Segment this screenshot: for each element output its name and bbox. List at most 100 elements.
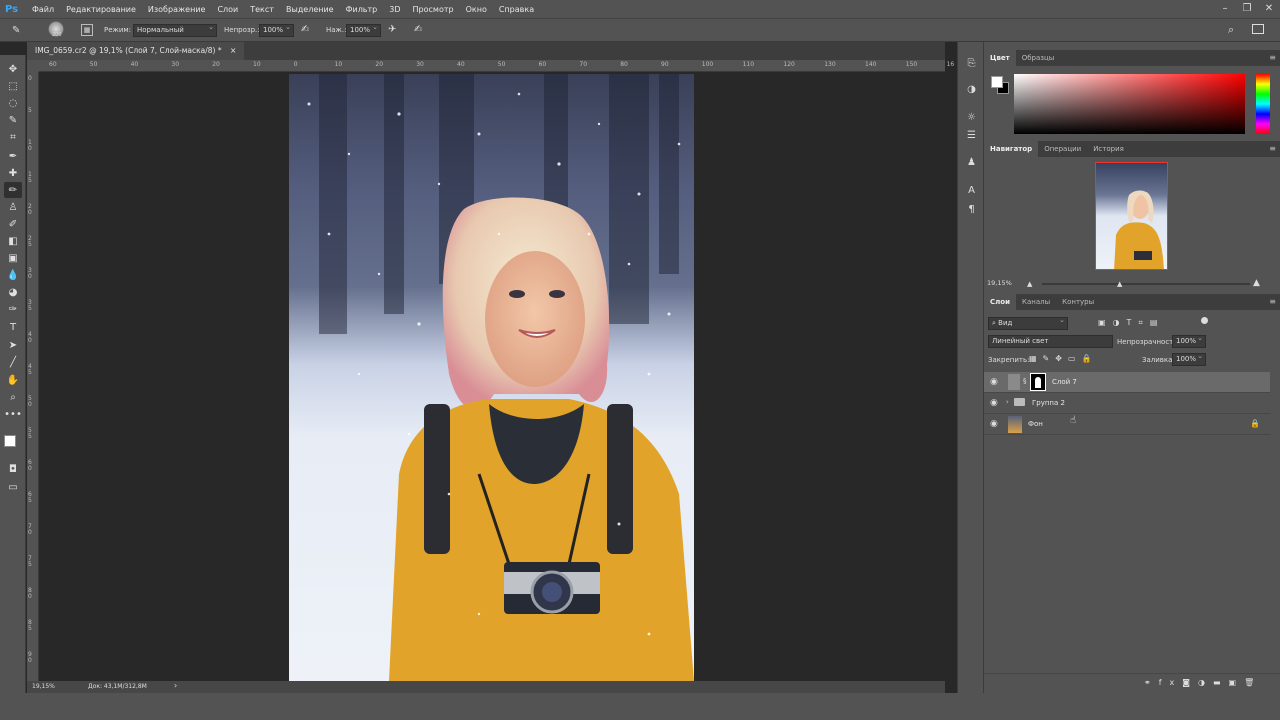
layer-filter-select[interactable]: ⌕ Вид (988, 315, 1068, 330)
search-icon[interactable]: ⌕ (1228, 23, 1234, 37)
menu-3d[interactable]: 3D (383, 5, 406, 14)
tab-color[interactable]: Цвет (984, 50, 1016, 66)
layer-opacity-input[interactable]: 100% (1172, 333, 1206, 348)
crop-tool-icon[interactable]: ⌗ (4, 129, 22, 145)
navigator-thumbnail[interactable] (1095, 162, 1168, 270)
more-tools-icon[interactable]: ••• (4, 406, 22, 422)
tab-swatches[interactable]: Образцы (1016, 50, 1061, 66)
brush-tool-icon[interactable]: ✏ (4, 182, 22, 198)
lasso-tool-icon[interactable]: ◌ (4, 95, 22, 111)
tab-paths[interactable]: Контуры (1056, 294, 1100, 310)
layer-name[interactable]: Слой 7 (1052, 378, 1077, 386)
layer-filter-icons[interactable]: ▣◑T⌗▤ (1098, 318, 1165, 328)
hand-tool-icon[interactable]: ✋ (4, 372, 22, 388)
pen-tool-icon[interactable]: ✑ (4, 301, 22, 317)
status-menu-arrow[interactable]: › (174, 681, 177, 690)
expand-chevron-icon[interactable]: › (1006, 398, 1009, 406)
visibility-eye-icon[interactable]: ◉ (990, 377, 998, 387)
menu-layers[interactable]: Слои (211, 5, 244, 14)
zoom-slider-handle[interactable]: ▲ (1117, 280, 1122, 288)
menu-file[interactable]: Файл (26, 5, 60, 14)
brush-panel-icon[interactable]: ▦ (81, 24, 93, 36)
line-tool-icon[interactable]: ╱ (4, 354, 22, 370)
properties-panel-icon[interactable]: ☰ (963, 130, 980, 146)
hamburger-icon[interactable]: ≡ (1269, 53, 1276, 62)
screen-mode-icon[interactable]: ▭ (4, 479, 22, 495)
visibility-eye-icon[interactable]: ◉ (990, 398, 998, 408)
pressure-size-icon[interactable]: ✍ (414, 24, 422, 35)
tab-navigator[interactable]: Навигатор (984, 141, 1039, 157)
dodge-tool-icon[interactable]: ◕ (4, 284, 22, 300)
stamp-tool-icon[interactable]: ♙ (4, 199, 22, 215)
marquee-tool-icon[interactable]: ⬚ (4, 78, 22, 94)
menu-image[interactable]: Изображение (142, 5, 212, 14)
gradient-tool-icon[interactable]: ▣ (4, 250, 22, 266)
type-tool-icon[interactable]: T (4, 319, 22, 335)
workspace-icon[interactable] (1252, 24, 1264, 34)
path-select-tool-icon[interactable]: ➤ (4, 337, 22, 353)
menu-help[interactable]: Справка (493, 5, 540, 14)
zoom-in-icon[interactable]: ▲ (1253, 278, 1260, 288)
close-window-icon[interactable]: ✕ (1258, 0, 1280, 18)
eyedropper-tool-icon[interactable]: ✒ (4, 148, 22, 164)
layer-name[interactable]: Фон (1028, 420, 1043, 428)
eraser-tool-icon[interactable]: ◧ (4, 233, 22, 249)
layer-row[interactable]: ◉ § Слой 7 (984, 372, 1270, 393)
maximize-icon[interactable]: ❐ (1236, 0, 1258, 18)
tab-channels[interactable]: Каналы (1016, 294, 1056, 310)
pressure-input[interactable]: 100% (346, 22, 381, 37)
move-tool-icon[interactable]: ✥ (4, 61, 22, 77)
brush-tool-icon[interactable]: ✎ (12, 25, 20, 36)
canvas-area[interactable] (39, 72, 945, 681)
adjustments-panel-icon[interactable]: ◑ (963, 84, 980, 100)
zoom-level[interactable]: 19,15% (32, 683, 55, 690)
navigator-zoom[interactable]: 19,15% (987, 279, 1012, 287)
fill-input[interactable]: 100% (1172, 351, 1206, 366)
blur-tool-icon[interactable]: 💧 (4, 267, 22, 283)
opacity-input[interactable]: 100% (259, 22, 294, 37)
menu-filter[interactable]: Фильтр (340, 5, 384, 14)
hamburger-icon[interactable]: ≡ (1269, 297, 1276, 306)
menu-select[interactable]: Выделение (280, 5, 340, 14)
quick-mask-icon[interactable]: ◘ (4, 461, 22, 477)
healing-tool-icon[interactable]: ✚ (4, 165, 22, 181)
document-tabs: IMG_0659.cr2 @ 19,1% (Слой 7, Слой-маска… (27, 42, 945, 60)
menu-type[interactable]: Текст (244, 5, 280, 14)
layer-name[interactable]: Группа 2 (1032, 399, 1065, 407)
layer-row[interactable]: ◉ Фон 🔒 (984, 414, 1270, 435)
minimize-icon[interactable]: – (1214, 0, 1236, 18)
character-panel-icon[interactable]: A (963, 185, 980, 201)
layer-row[interactable]: ◉ › Группа 2 (984, 393, 1270, 414)
fg-color-swatch[interactable] (991, 76, 1003, 88)
menu-view[interactable]: Просмотр (407, 5, 460, 14)
filter-toggle-icon[interactable] (1201, 317, 1208, 324)
menu-edit[interactable]: Редактирование (60, 5, 142, 14)
zoom-tool-icon[interactable]: ⌕ (4, 389, 22, 405)
visibility-eye-icon[interactable]: ◉ (990, 419, 998, 429)
blend-mode-select[interactable]: Линейный свет (988, 335, 1113, 348)
zoom-out-icon[interactable]: ▲ (1027, 280, 1032, 288)
hamburger-icon[interactable]: ≡ (1269, 144, 1276, 153)
menu-window[interactable]: Окно (460, 5, 493, 14)
document-image[interactable] (289, 74, 694, 681)
color-spectrum[interactable] (1014, 74, 1245, 134)
tab-layers[interactable]: Слои (984, 294, 1016, 310)
navigator-zoom-slider[interactable] (1042, 283, 1250, 285)
paragraph-panel-icon[interactable]: ¶ (963, 204, 980, 220)
close-tab-icon[interactable]: × (230, 46, 236, 55)
history-brush-icon[interactable]: ✐ (4, 216, 22, 232)
clone-source-icon[interactable]: ♟ (963, 157, 980, 173)
history-panel-icon[interactable]: ⎘ (963, 58, 980, 74)
lock-icons[interactable]: ▦✎✥▭🔒 (1029, 354, 1097, 363)
layer-footer-icons[interactable]: ⚭fx◙◑▬▣🗑 (1144, 678, 1262, 687)
airbrush-icon[interactable]: ✈ (388, 24, 396, 35)
document-tab[interactable]: IMG_0659.cr2 @ 19,1% (Слой 7, Слой-маска… (27, 42, 245, 60)
foreground-color-swatch[interactable] (4, 435, 16, 447)
quick-select-tool-icon[interactable]: ✎ (4, 112, 22, 128)
hue-slider[interactable] (1256, 74, 1270, 134)
pressure-opacity-icon[interactable]: ✍ (301, 24, 309, 35)
tab-history[interactable]: История (1087, 141, 1130, 157)
tab-actions[interactable]: Операции (1038, 141, 1087, 157)
brush-settings-icon[interactable]: ☼ (963, 112, 980, 128)
mode-select[interactable]: Нормальный (133, 22, 217, 37)
